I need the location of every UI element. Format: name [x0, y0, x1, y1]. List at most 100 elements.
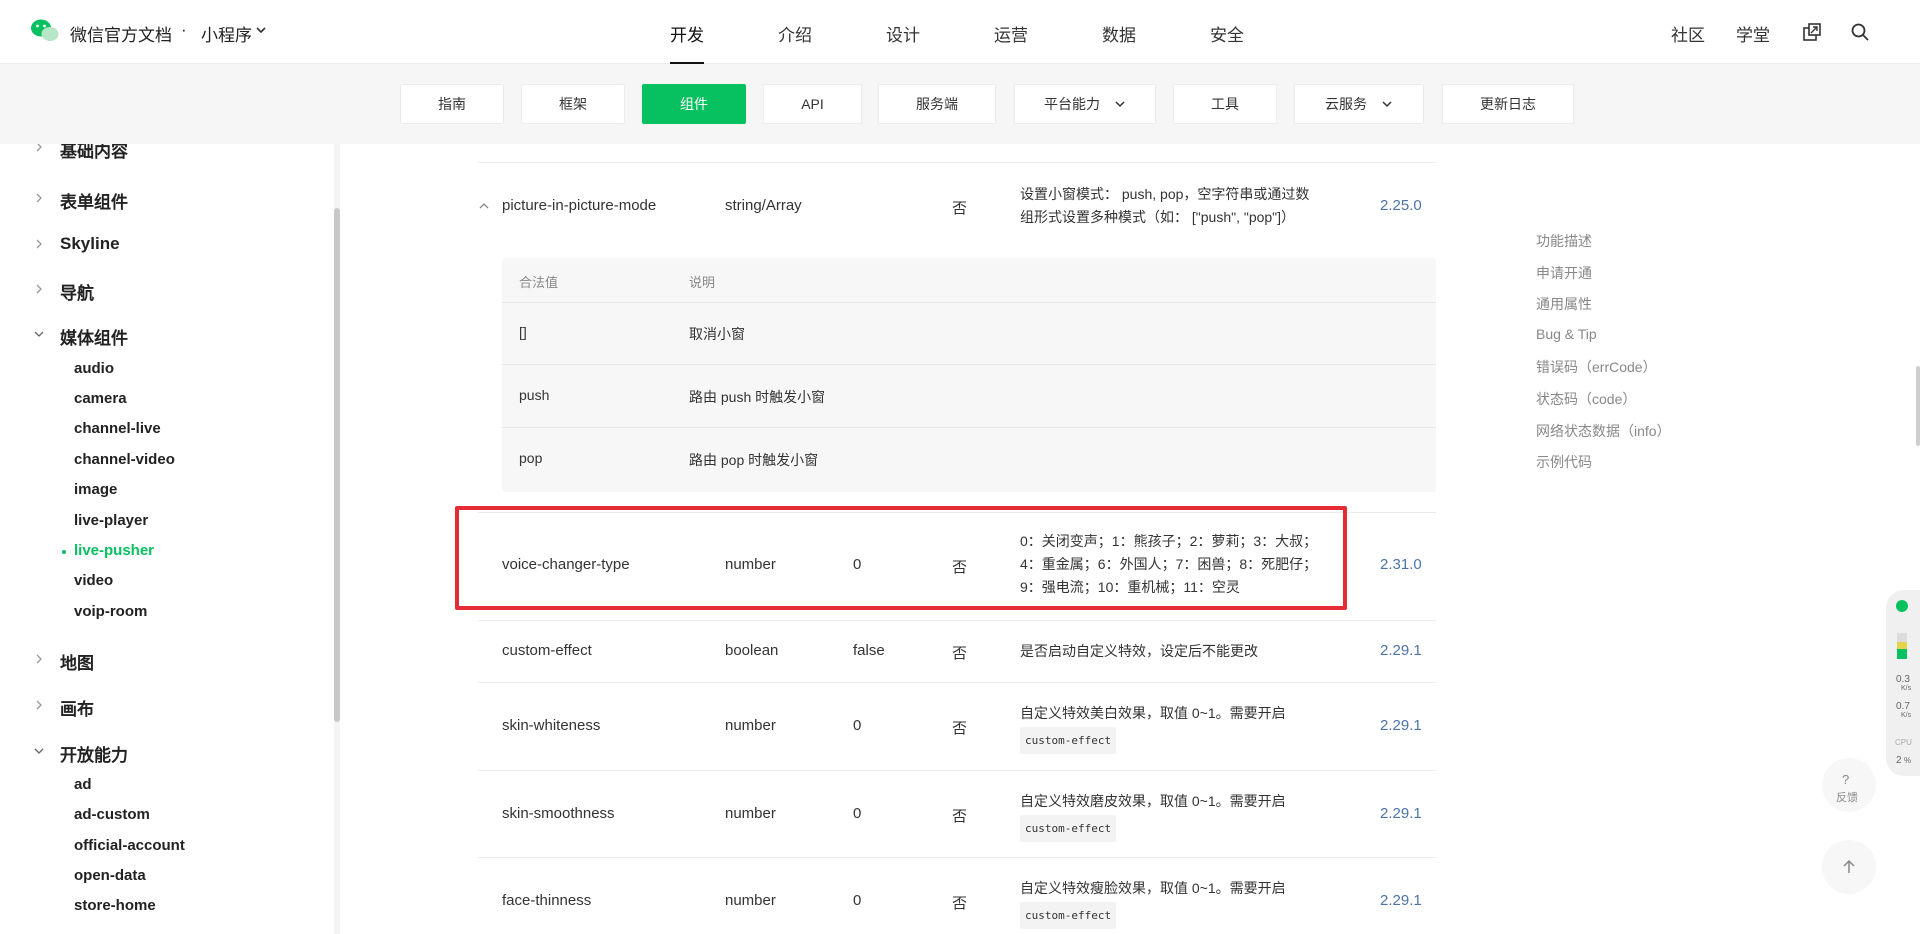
subnav-changelog[interactable]: 更新日志 — [1442, 84, 1574, 124]
chevron-up-icon[interactable] — [478, 200, 490, 212]
sidebar-item-store-home[interactable]: store-home — [74, 897, 156, 914]
sidebar-group-media[interactable]: 媒体组件 — [60, 324, 128, 349]
sidebar-group-open[interactable]: 开放能力 — [60, 741, 128, 766]
chevron-down-icon[interactable] — [33, 328, 45, 340]
sidebar-item-video[interactable]: video — [74, 572, 113, 589]
sidebar-item-voip-room[interactable]: voip-room — [74, 603, 147, 620]
sidebar-item-ad[interactable]: ad — [74, 776, 92, 793]
row-divider — [478, 620, 1436, 621]
subnav-cloud[interactable]: 云服务 — [1294, 84, 1424, 124]
academy-link[interactable]: 学堂 — [1736, 21, 1770, 46]
chevron-down-icon[interactable] — [255, 24, 267, 36]
external-link-icon[interactable] — [1802, 22, 1822, 42]
subnav-components[interactable]: 组件 — [642, 84, 746, 124]
subnav-label: 指南 — [438, 96, 466, 112]
sidebar-item-camera[interactable]: camera — [74, 390, 127, 407]
sidebar-group-map[interactable]: 地图 — [60, 649, 94, 674]
nav-design[interactable]: 设计 — [886, 21, 920, 46]
chevron-right-icon[interactable] — [33, 192, 45, 204]
attr-default: 0 — [853, 717, 862, 734]
attr-description: 自定义特效瘦脸效果，取值 0~1。需要开启 custom-effect — [1020, 877, 1320, 929]
toc-item[interactable]: Bug & Tip — [1536, 326, 1597, 342]
attr-name: skin-smoothness — [502, 805, 615, 822]
attr-default: 0 — [853, 892, 862, 909]
chevron-down-icon[interactable] — [33, 745, 45, 757]
sidebar-item-channel-live[interactable]: channel-live — [74, 420, 161, 437]
sidebar-item-official-account[interactable]: official-account — [74, 837, 185, 854]
sidebar-group-skyline[interactable]: Skyline — [60, 234, 120, 254]
chevron-right-icon[interactable] — [33, 144, 45, 153]
subnav-guide[interactable]: 指南 — [400, 84, 504, 124]
attr-name: custom-effect — [502, 642, 592, 659]
sidebar-item-ad-custom[interactable]: ad-custom — [74, 806, 150, 823]
chevron-right-icon[interactable] — [33, 653, 45, 665]
subnav-platform[interactable]: 平台能力 — [1014, 84, 1156, 124]
nav-operation[interactable]: 运营 — [994, 21, 1028, 46]
site-title[interactable]: 微信官方文档 — [70, 21, 172, 46]
community-link[interactable]: 社区 — [1671, 21, 1705, 46]
subnav-tools[interactable]: 工具 — [1173, 84, 1277, 124]
status-dot-icon — [1896, 600, 1908, 612]
chevron-right-icon[interactable] — [33, 238, 45, 250]
toc-item[interactable]: 功能描述 — [1536, 231, 1592, 251]
feedback-label: 反馈 — [1836, 792, 1858, 804]
sidebar-group-navigation[interactable]: 导航 — [60, 279, 94, 304]
toc-item[interactable]: 通用属性 — [1536, 294, 1592, 314]
subnav-label: API — [801, 96, 824, 112]
section-switcher[interactable]: 小程序 — [201, 21, 252, 46]
sidebar-group-canvas[interactable]: 画布 — [60, 695, 94, 720]
subnav-api[interactable]: API — [763, 84, 862, 124]
nav-develop[interactable]: 开发 — [670, 21, 704, 46]
row-divider — [478, 162, 1436, 163]
sidebar-scrollbar-thumb[interactable] — [334, 208, 340, 722]
subnav-server[interactable]: 服务端 — [878, 84, 996, 124]
attr-name: picture-in-picture-mode — [502, 197, 657, 214]
attr-required: 否 — [952, 645, 968, 662]
net-down-unit: K/s — [1901, 712, 1912, 719]
attr-version[interactable]: 2.29.1 — [1380, 805, 1422, 822]
toc-item[interactable]: 网络状态数据（info） — [1536, 421, 1671, 441]
top-bar: 微信官方文档 · 小程序 开发 介绍 设计 运营 数据 安全 社区 学堂 — [0, 0, 1920, 64]
attr-version[interactable]: 2.29.1 — [1380, 717, 1422, 734]
sidebar-group-form[interactable]: 表单组件 — [60, 188, 128, 213]
row-divider — [478, 857, 1436, 858]
subtable-desc: 取消小窗 — [689, 326, 745, 342]
nav-data[interactable]: 数据 — [1102, 21, 1136, 46]
search-icon[interactable] — [1850, 22, 1870, 42]
chevron-right-icon[interactable] — [33, 283, 45, 295]
sidebar-item-live-pusher[interactable]: live-pusher — [74, 542, 154, 559]
chevron-down-icon — [1382, 101, 1392, 108]
attr-description: 自定义特效磨皮效果，取值 0~1。需要开启 custom-effect — [1020, 790, 1320, 842]
attr-version[interactable]: 2.29.1 — [1380, 642, 1422, 659]
subnav-label: 框架 — [559, 96, 587, 112]
attr-required: 否 — [952, 895, 968, 912]
nav-intro[interactable]: 介绍 — [778, 21, 812, 46]
attr-version[interactable]: 2.31.0 — [1380, 556, 1422, 573]
toc-item[interactable]: 申请开通 — [1536, 263, 1592, 283]
toc-item[interactable]: 示例代码 — [1536, 452, 1592, 472]
sidebar-item-audio[interactable]: audio — [74, 360, 114, 377]
attr-description-text: 自定义特效美白效果，取值 0~1。需要开启 — [1020, 705, 1286, 721]
sidebar-item-open-data[interactable]: open-data — [74, 867, 146, 884]
subtable-divider — [502, 302, 1436, 303]
inline-code: custom-effect — [1020, 727, 1117, 754]
subnav-label: 更新日志 — [1480, 96, 1536, 112]
wechat-logo-icon[interactable] — [30, 18, 60, 44]
sidebar-group-basic[interactable]: 基础内容 — [60, 144, 128, 162]
chevron-right-icon[interactable] — [33, 699, 45, 711]
nav-security[interactable]: 安全 — [1210, 21, 1244, 46]
attr-version[interactable]: 2.25.0 — [1380, 197, 1422, 214]
subtable-divider — [502, 364, 1436, 365]
sidebar-item-live-player[interactable]: live-player — [74, 512, 148, 529]
attr-version[interactable]: 2.29.1 — [1380, 892, 1422, 909]
subnav-label: 平台能力 — [1044, 96, 1100, 112]
page-scrollbar-thumb[interactable] — [1916, 366, 1920, 446]
toc-item[interactable]: 错误码（errCode） — [1536, 357, 1657, 377]
sidebar-item-image[interactable]: image — [74, 481, 117, 498]
toc-item[interactable]: 状态码（code） — [1536, 389, 1636, 409]
subnav-framework[interactable]: 框架 — [521, 84, 625, 124]
sidebar-item-channel-video[interactable]: channel-video — [74, 451, 175, 468]
row-divider — [478, 770, 1436, 771]
subtable-desc: 路由 pop 时触发小窗 — [689, 452, 819, 468]
attr-name: skin-whiteness — [502, 717, 601, 734]
